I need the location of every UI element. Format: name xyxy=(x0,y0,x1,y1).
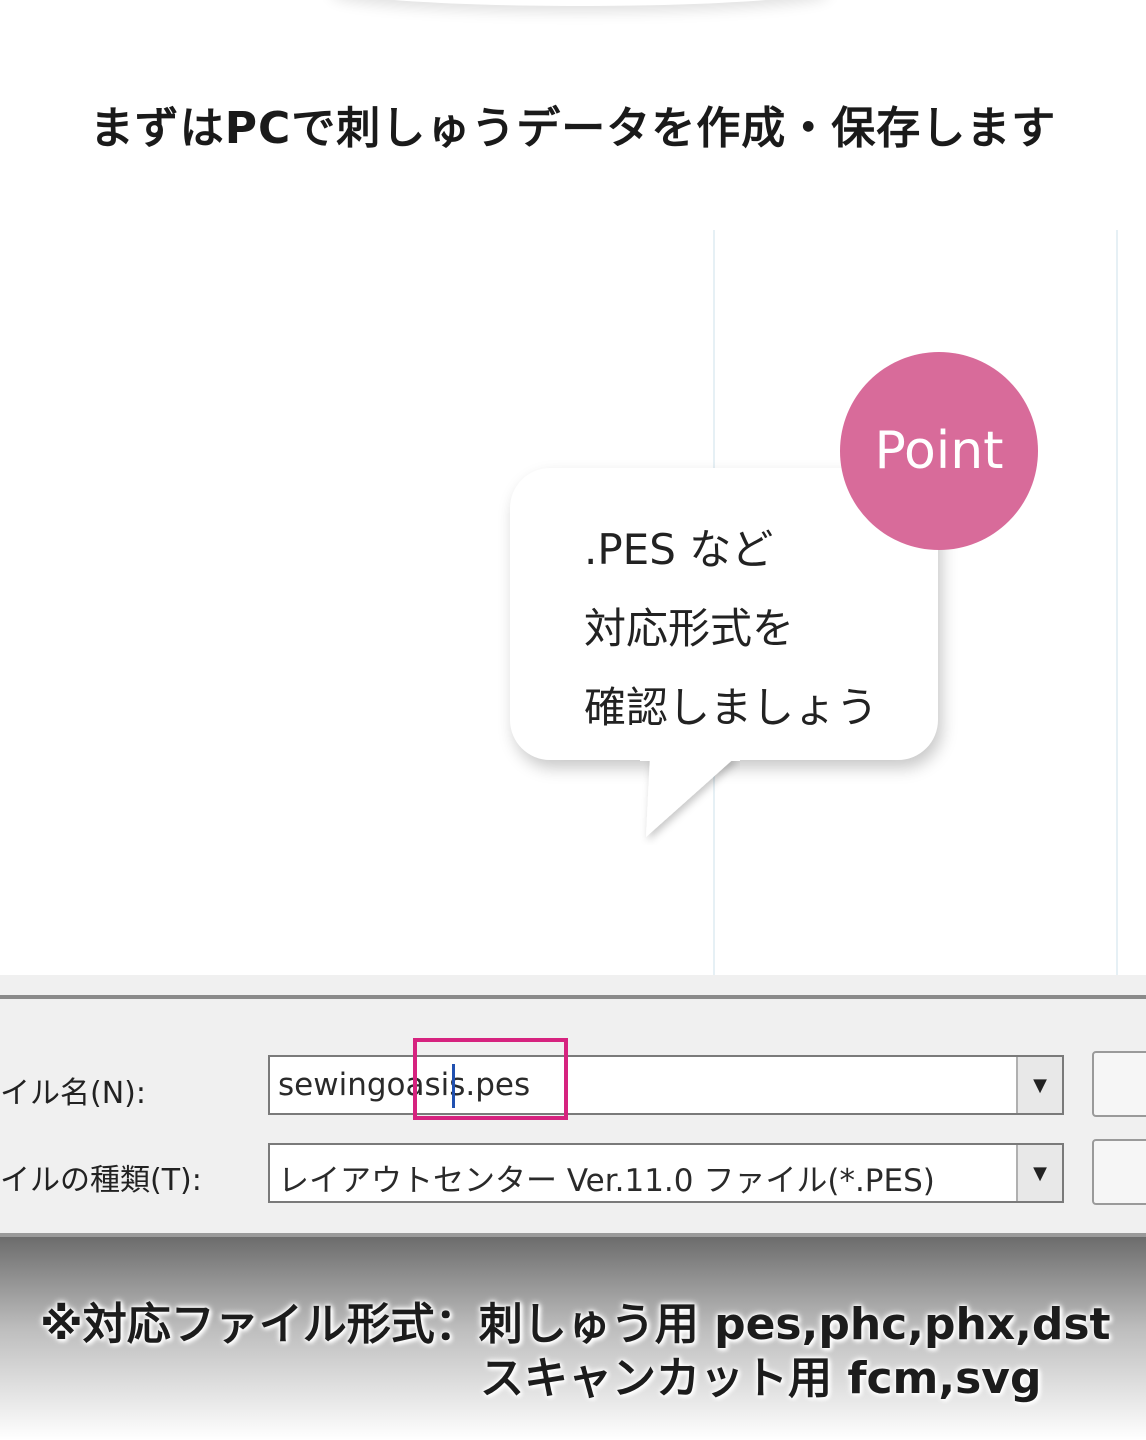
page-title: まずはPCで刺しゅうデータを作成・保存します xyxy=(89,103,1057,154)
filetype-select[interactable]: レイアウトセンター Ver.11.0 ファイル(*.PES) ▼ xyxy=(268,1143,1064,1203)
callout-text: .PES など 対応形式を 確認しましょう xyxy=(584,510,904,747)
chevron-down-icon[interactable]: ▼ xyxy=(1016,1057,1062,1113)
filetype-label: イルの種類(T): xyxy=(0,1163,202,1198)
dialog-divider xyxy=(0,995,1146,999)
save-button[interactable] xyxy=(1092,1051,1146,1117)
format-note: スキャンカット用 fcm,svg xyxy=(480,1353,1042,1404)
chevron-down-icon[interactable]: ▼ xyxy=(1016,1145,1062,1201)
filetype-value[interactable]: レイアウトセンター Ver.11.0 ファイル(*.PES) xyxy=(278,1155,935,1200)
cancel-button[interactable] xyxy=(1092,1139,1146,1205)
point-badge: Point xyxy=(840,352,1038,550)
filename-label: イル名(N): xyxy=(0,1076,146,1111)
callout-line: 対応形式を xyxy=(584,604,795,653)
callout-line: 確認しましょう xyxy=(584,683,879,732)
callout-line: .PES など xyxy=(584,525,774,574)
save-dialog: イル名(N): sewingoasis.pes ▼ イルの種類(T): レイアウ… xyxy=(0,975,1146,1237)
extension-highlight xyxy=(413,1038,568,1120)
guide-line xyxy=(1116,230,1118,975)
filename-field[interactable]: sewingoasis.pes ▼ xyxy=(268,1055,1064,1115)
top-decoration xyxy=(330,0,830,6)
speech-bubble-tail xyxy=(640,755,740,837)
